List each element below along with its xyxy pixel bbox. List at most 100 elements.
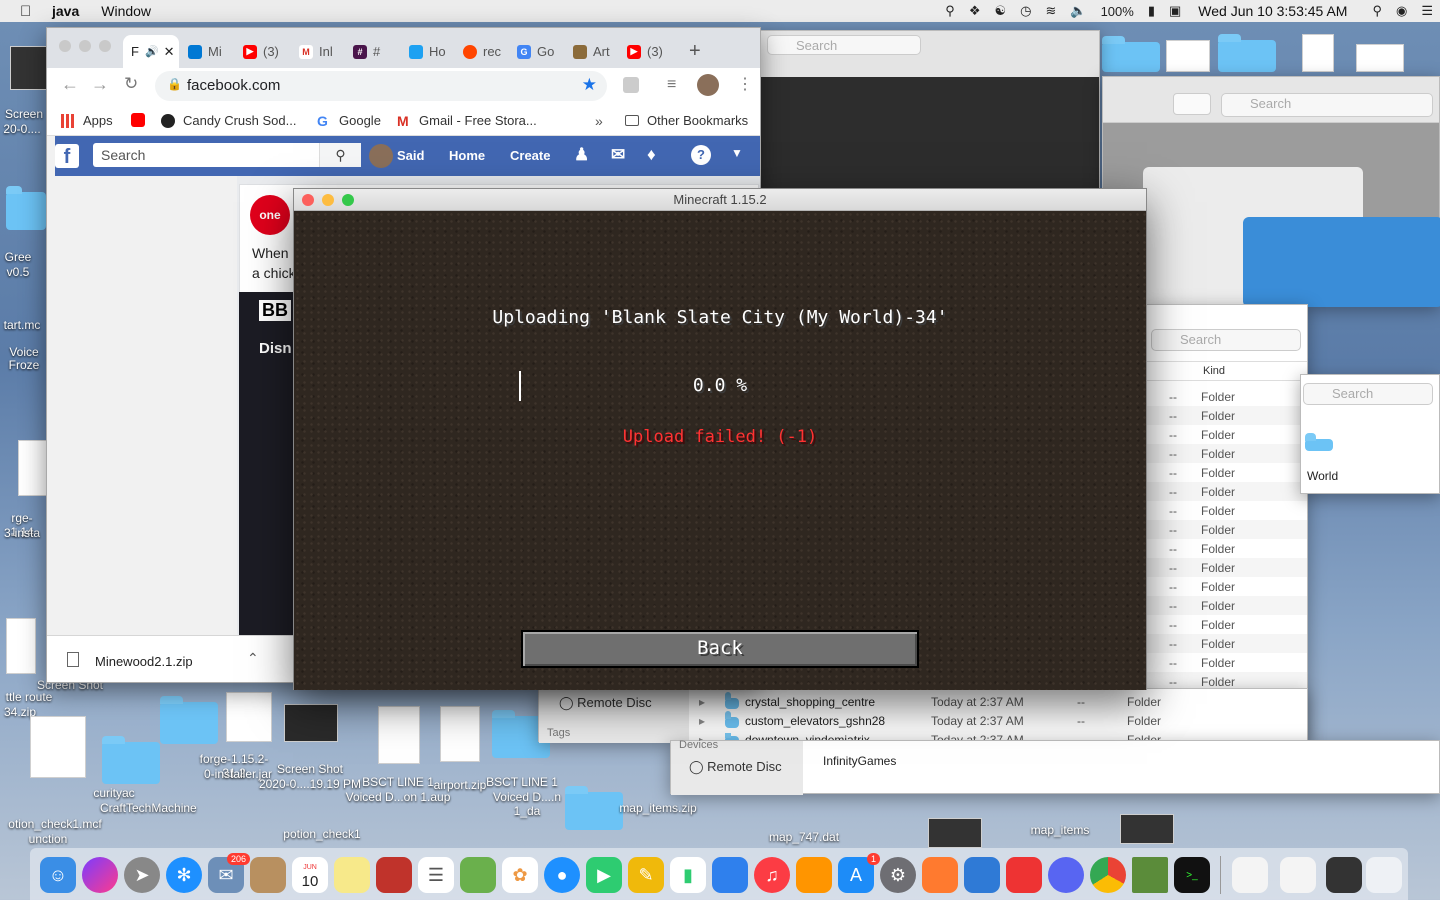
contacts-icon[interactable] <box>250 857 286 893</box>
pages-icon[interactable]: ✎ <box>628 857 664 893</box>
notifications-bell-icon[interactable]: ♦ <box>647 145 656 165</box>
document-icon[interactable] <box>1166 40 1210 72</box>
photos-icon[interactable]: ✿ <box>502 857 538 893</box>
chevron-up-icon[interactable]: ⌃ <box>247 650 259 667</box>
desktop-label[interactable]: Froze <box>4 358 44 372</box>
audacity-file-icon[interactable] <box>378 706 420 764</box>
facebook-logo-icon[interactable]: f <box>55 144 79 168</box>
minecraft-icon[interactable] <box>1132 857 1168 893</box>
table-row[interactable]: -- Folder <box>1147 520 1307 539</box>
desktop-label[interactable]: Gree <box>0 250 36 264</box>
media-queue-icon[interactable]: ≡ <box>667 76 676 94</box>
tab[interactable]: rec <box>463 35 501 68</box>
desktop-label[interactable]: map_items.zip <box>608 801 708 815</box>
zoom-window-button[interactable] <box>99 40 111 52</box>
maps-icon[interactable] <box>460 857 496 893</box>
dropbox-icon[interactable]: ❖ <box>969 3 981 19</box>
reminders-icon[interactable]: ☰ <box>418 857 454 893</box>
download-filename[interactable]: Minewood2.1.zip <box>95 654 193 669</box>
zoom-window-button[interactable] <box>342 194 354 206</box>
minimize-window-button[interactable] <box>79 40 91 52</box>
bookmark-youtube[interactable] <box>131 113 153 127</box>
window-menu[interactable]: Window <box>101 3 151 19</box>
table-row[interactable]: -- Folder <box>1147 653 1307 672</box>
friends-icon[interactable]: ♟ <box>574 145 589 165</box>
table-row[interactable]: -- Folder <box>1147 444 1307 463</box>
table-row[interactable]: -- Folder <box>1147 596 1307 615</box>
screenshot-thumbnail[interactable] <box>1120 814 1174 844</box>
app-menu[interactable]: java <box>52 3 79 19</box>
desktop-label[interactable]: tart.mc <box>0 318 44 332</box>
table-row[interactable]: ▸ custom_elevators_gshn28 Today at 2:37 … <box>699 711 1299 733</box>
screenshot-thumbnail[interactable] <box>10 46 48 90</box>
desktop-label[interactable]: Voiced D...on 1.aup <box>342 790 454 804</box>
folder-icon[interactable] <box>1102 36 1160 72</box>
zip-file-icon[interactable] <box>440 706 480 762</box>
desktop-label[interactable]: 2020-0....19.19 PM <box>254 777 366 791</box>
desktop-label[interactable]: otion_check1.mcf <box>0 817 110 831</box>
mail-icon[interactable]: ✉ 206 <box>208 853 250 893</box>
document-icon[interactable] <box>30 716 86 778</box>
accessibility-icon[interactable]: ☯ <box>994 3 1006 19</box>
kind-column-header[interactable]: Kind <box>1203 365 1225 377</box>
reload-icon[interactable]: ↻ <box>124 74 138 94</box>
bbc-one-avatar[interactable]: one <box>250 195 290 235</box>
jar-file-icon[interactable] <box>226 692 272 742</box>
close-window-button[interactable] <box>59 40 71 52</box>
tab[interactable]: Ho <box>409 35 446 68</box>
messages-icon[interactable]: ● <box>544 857 580 893</box>
desktop-label[interactable]: BSCT LINE 1 <box>484 775 560 789</box>
tab[interactable]: Mi <box>188 35 222 68</box>
table-row[interactable]: -- Folder <box>1147 482 1307 501</box>
desktop-label[interactable]: BSCT LINE 1 <box>360 775 436 789</box>
table-row[interactable]: -- Folder <box>1147 558 1307 577</box>
screenshot-thumbnail[interactable] <box>284 704 338 742</box>
battery-icon[interactable]: ▮ <box>1148 3 1155 19</box>
finder-list-window[interactable]: Search Kind -- Folder -- Folder -- Folder -- Fo… <box>1146 304 1308 742</box>
bookmark-star-icon[interactable]: ★ <box>582 75 597 95</box>
desktop-label[interactable]: map_747.dat <box>758 830 850 844</box>
screenshot-thumbnail[interactable] <box>1326 857 1362 893</box>
search-field[interactable]: Search <box>1303 383 1433 405</box>
address-bar[interactable]: 🔒 facebook.com ★ <box>155 71 607 101</box>
other-bookmarks[interactable]: Other Bookmarks <box>625 113 748 128</box>
desktop-label[interactable]: potion_check1 <box>272 827 372 841</box>
table-row[interactable]: -- Folder <box>1147 501 1307 520</box>
wifi-icon[interactable]: ≋ <box>1045 3 1056 19</box>
desktop-label[interactable]: Voiced D....n 1_da <box>486 790 568 818</box>
screenshot-thumbnail[interactable] <box>928 818 982 848</box>
bookmarks-overflow-button[interactable]: » <box>595 113 603 129</box>
pdf-icon[interactable] <box>1006 857 1042 893</box>
apple-icon[interactable]:  <box>20 3 42 20</box>
facebook-search-input[interactable]: Search ⚲ <box>93 143 361 167</box>
battery-percent[interactable]: 100% <box>1101 4 1134 19</box>
table-row[interactable]: -- Folder <box>1147 463 1307 482</box>
dropbox-button[interactable] <box>1173 93 1211 115</box>
finder-icon[interactable]: ☺ <box>40 857 76 893</box>
minecraft-window[interactable]: Minecraft 1.15.2 Uploading 'Blank Slate … <box>293 188 1147 690</box>
desktop-label[interactable]: Screen <box>2 107 46 121</box>
desktop-label[interactable]: map_items <box>1020 823 1100 837</box>
finder-window-grey[interactable]: Search <box>1102 76 1440 307</box>
spotlight-icon[interactable]: ⚲ <box>1372 3 1382 19</box>
table-row[interactable]: -- Folder <box>1147 577 1307 596</box>
remote-disc-item[interactable]: ◯ Remote Disc <box>559 695 652 711</box>
tab[interactable]: Art <box>573 35 610 68</box>
jar-file-icon[interactable] <box>18 440 48 496</box>
keynote-icon[interactable] <box>712 857 748 893</box>
numbers-icon[interactable]: ▮ <box>670 857 706 893</box>
bookmark-candy-crush[interactable]: Candy Crush Sod... <box>161 113 296 128</box>
speaker-icon[interactable]: 🔊 <box>145 45 159 58</box>
document-icon[interactable] <box>1280 857 1316 893</box>
desktop-label[interactable]: Voice <box>4 345 44 359</box>
table-row[interactable]: -- Folder <box>1147 387 1307 406</box>
account-menu-icon[interactable]: ▼ <box>731 146 743 160</box>
finder-window-dark[interactable]: Search <box>760 30 1100 190</box>
desktop-label[interactable]: Screen Shot <box>270 762 350 776</box>
tab[interactable]: ▶ (3) <box>627 35 663 68</box>
profile-link[interactable]: Said <box>397 148 424 163</box>
music-icon[interactable]: ♫ <box>754 857 790 893</box>
input-menu-icon[interactable]: ▣ <box>1169 3 1181 19</box>
volume-icon[interactable]: 🔈 <box>1070 3 1086 19</box>
forward-arrow-icon[interactable]: → <box>91 74 109 95</box>
